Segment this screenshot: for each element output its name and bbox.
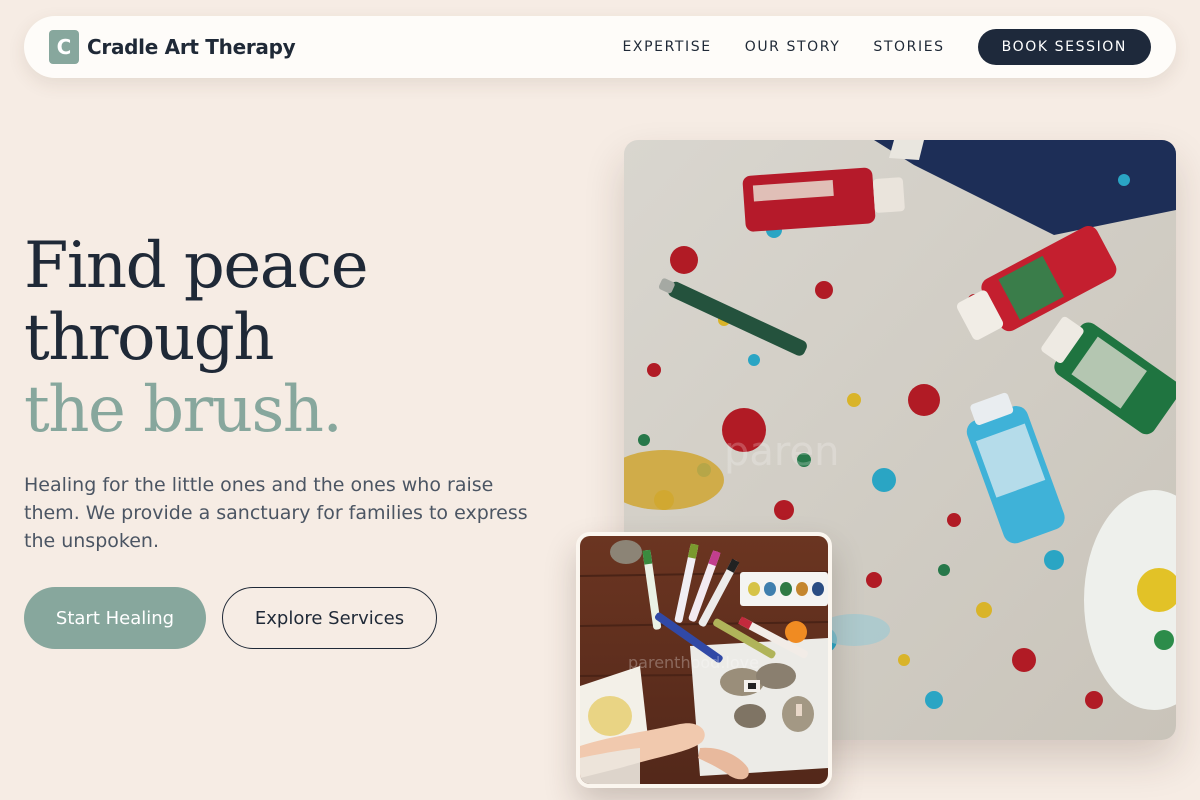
nav-link-expertise[interactable]: EXPERTISE bbox=[622, 39, 711, 55]
secondary-hero-image: parenthood.love bbox=[576, 532, 832, 788]
brand-name: Cradle Art Therapy bbox=[87, 35, 296, 59]
navbar: C Cradle Art Therapy EXPERTISE OUR STORY… bbox=[24, 16, 1176, 78]
brand-mark-icon: C bbox=[49, 30, 79, 64]
svg-text:parenthood.love: parenthood.love bbox=[628, 653, 759, 672]
headline-accent: the brush. bbox=[24, 373, 343, 447]
nav-link-our-story[interactable]: OUR STORY bbox=[745, 39, 841, 55]
headline-line-1: Find peace bbox=[24, 229, 369, 303]
nav-links: EXPERTISE OUR STORY STORIES BOOK SESSION bbox=[622, 29, 1151, 65]
nav-link-stories[interactable]: STORIES bbox=[873, 39, 944, 55]
hero-headline: Find peace through the brush. bbox=[24, 229, 369, 447]
headline-line-2: through bbox=[24, 301, 274, 375]
brand-logo-link[interactable]: C Cradle Art Therapy bbox=[49, 30, 296, 64]
explore-services-button[interactable]: Explore Services bbox=[222, 587, 437, 649]
svg-text:paren: paren bbox=[724, 429, 839, 475]
start-healing-button[interactable]: Start Healing bbox=[24, 587, 206, 649]
kids-markers-photo: parenthood.love bbox=[580, 536, 828, 784]
page: C Cradle Art Therapy EXPERTISE OUR STORY… bbox=[0, 0, 1200, 800]
book-session-button[interactable]: BOOK SESSION bbox=[977, 29, 1151, 65]
hero-subtext: Healing for the little ones and the ones… bbox=[24, 474, 528, 552]
